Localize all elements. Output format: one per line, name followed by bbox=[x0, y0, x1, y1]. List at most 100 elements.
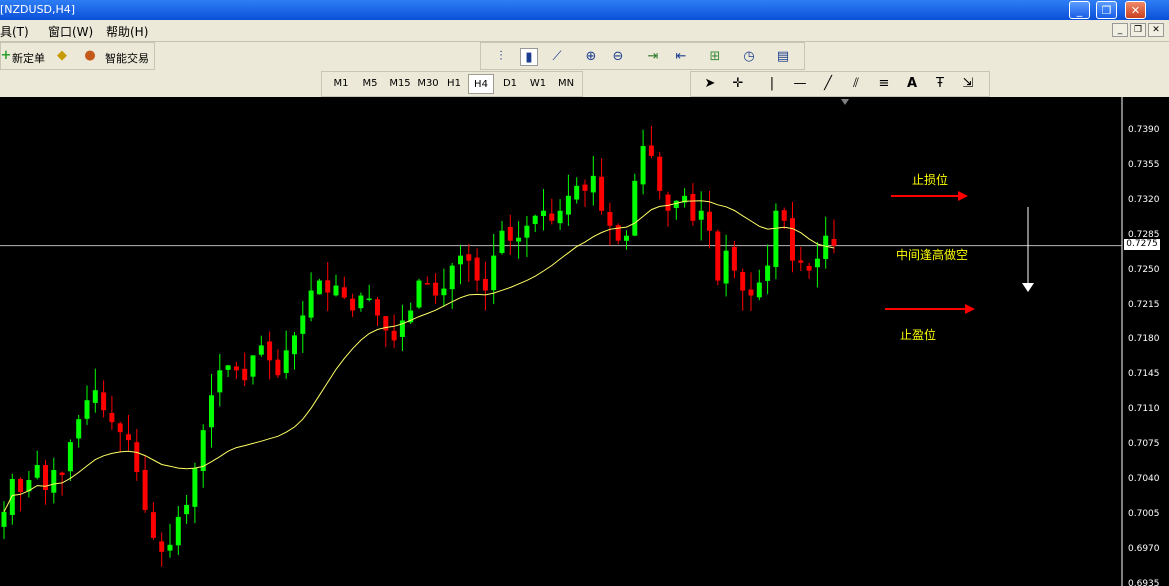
bull-candle bbox=[773, 210, 779, 267]
standard-toolbar: + 新定单 ◆ ● 智能交易 bbox=[0, 42, 155, 70]
zoom-out-icon[interactable]: ⊖ bbox=[609, 48, 627, 66]
price-chart[interactable]: 0.7390 0.7355 0.7320 0.7285 0.7250 0.7215 0.71… bbox=[0, 97, 1169, 586]
bear-candle bbox=[242, 368, 248, 381]
price-tick: 0.7040 bbox=[1128, 474, 1160, 484]
crosshair-icon[interactable]: ✛ bbox=[729, 75, 747, 93]
bull-candle bbox=[541, 210, 546, 217]
timeframe-mn[interactable]: MN bbox=[552, 74, 580, 94]
bear-candle bbox=[657, 156, 663, 191]
bull-candle bbox=[366, 298, 372, 301]
text-label-icon[interactable]: Ŧ bbox=[931, 75, 949, 93]
bull-candle bbox=[624, 235, 629, 241]
bear-candle bbox=[341, 287, 347, 298]
bull-candle bbox=[84, 400, 90, 419]
bull-candle bbox=[524, 225, 530, 238]
minimize-button[interactable]: _ bbox=[1069, 1, 1090, 19]
bear-candle bbox=[806, 265, 812, 271]
bull-candle bbox=[557, 210, 563, 224]
bear-candle bbox=[350, 298, 356, 311]
text-icon[interactable]: A bbox=[903, 75, 921, 93]
bull-candle bbox=[441, 288, 447, 296]
autoscroll-icon[interactable]: ⇤ bbox=[672, 48, 690, 66]
bear-candle bbox=[126, 434, 131, 441]
bear-candle bbox=[134, 442, 140, 473]
timeframe-w1[interactable]: W1 bbox=[525, 74, 551, 94]
equidistant-channel-icon[interactable]: ⫽ bbox=[847, 75, 865, 93]
price-tick: 0.7145 bbox=[1128, 369, 1160, 380]
menu-window[interactable]: 窗口(W) bbox=[48, 23, 93, 40]
horizontal-line-icon[interactable]: — bbox=[791, 75, 809, 93]
autotrade-button[interactable]: 智能交易 bbox=[105, 50, 149, 66]
bear-candle bbox=[715, 231, 721, 281]
bear-candle bbox=[748, 289, 754, 296]
templates-icon[interactable]: ▤ bbox=[774, 48, 792, 66]
candlestick-icon[interactable]: ▮ bbox=[520, 48, 538, 66]
close-button[interactable]: ✕ bbox=[1125, 1, 1146, 19]
chart-shift-icon[interactable]: ⇥ bbox=[644, 48, 662, 66]
restore-button[interactable]: ❐ bbox=[1096, 1, 1117, 19]
timeframe-m1[interactable]: M1 bbox=[328, 74, 354, 94]
bull-candle bbox=[9, 479, 15, 515]
trendline-icon[interactable]: ╱ bbox=[819, 75, 837, 93]
down-arrow-head bbox=[1022, 283, 1034, 292]
mdi-minimize-button[interactable]: _ bbox=[1112, 23, 1128, 37]
bull-candle bbox=[640, 145, 646, 185]
bear-candle bbox=[150, 512, 156, 538]
new-order-button[interactable]: 新定单 bbox=[12, 50, 45, 66]
chart-shift-marker bbox=[841, 99, 849, 105]
bull-candle bbox=[217, 370, 223, 393]
arrows-icon[interactable]: ⇲ bbox=[959, 75, 977, 93]
bar-chart-icon[interactable]: ⫶ bbox=[492, 48, 510, 66]
take-profit-label: 止盈位 bbox=[900, 328, 937, 342]
bull-candle bbox=[756, 282, 762, 298]
line-chart-icon[interactable]: ⟋ bbox=[548, 48, 566, 66]
menu-tools[interactable]: 具(T) bbox=[0, 23, 29, 40]
timeframe-m15[interactable]: M15 bbox=[386, 74, 414, 94]
indicators-icon[interactable]: ⊞ bbox=[706, 48, 724, 66]
price-tick: 0.6935 bbox=[1128, 578, 1160, 586]
bear-candle bbox=[482, 278, 488, 291]
bear-candle bbox=[233, 366, 239, 371]
price-tick: 0.7355 bbox=[1128, 159, 1160, 170]
bull-candle bbox=[333, 285, 339, 296]
bear-candle bbox=[599, 176, 605, 211]
timeframe-m5[interactable]: M5 bbox=[357, 74, 383, 94]
bear-candle bbox=[549, 213, 555, 221]
bull-candle bbox=[167, 544, 173, 551]
warning-icon[interactable]: ◆ bbox=[53, 47, 71, 65]
bull-candle bbox=[565, 195, 571, 215]
mdi-restore-button[interactable]: ❐ bbox=[1130, 23, 1146, 37]
bull-candle bbox=[34, 465, 40, 478]
vertical-line-icon[interactable]: | bbox=[763, 75, 781, 93]
timeframe-h4[interactable]: H4 bbox=[468, 74, 494, 94]
bear-candle bbox=[267, 341, 273, 361]
bear-candle bbox=[831, 239, 837, 246]
zoom-in-icon[interactable]: ⊕ bbox=[582, 48, 600, 66]
bull-candle bbox=[292, 335, 297, 355]
bull-candle bbox=[258, 345, 264, 355]
mdi-close-button[interactable]: ✕ bbox=[1148, 23, 1164, 37]
bear-candle bbox=[781, 210, 787, 221]
bull-candle bbox=[1, 511, 7, 527]
timeframe-m30[interactable]: M30 bbox=[414, 74, 442, 94]
bear-candle bbox=[507, 226, 513, 241]
menu-help[interactable]: 帮助(H) bbox=[106, 23, 148, 40]
bear-candle bbox=[466, 254, 472, 261]
bear-candle bbox=[474, 257, 480, 281]
bull-candle bbox=[449, 265, 455, 290]
bull-candle bbox=[250, 355, 256, 377]
bull-candle bbox=[308, 290, 314, 318]
price-tick: 0.6970 bbox=[1128, 543, 1160, 554]
timeframe-h1[interactable]: H1 bbox=[442, 74, 466, 94]
periods-icon[interactable]: ◷ bbox=[740, 48, 758, 66]
bull-candle bbox=[51, 470, 57, 493]
bear-candle bbox=[391, 330, 397, 341]
bull-candle bbox=[765, 265, 771, 281]
take-profit-arrow-head bbox=[965, 304, 975, 314]
bull-candle bbox=[574, 185, 580, 200]
window-title: [NZDUSD,H4] bbox=[0, 3, 76, 16]
fibonacci-icon[interactable]: ≡ bbox=[875, 75, 893, 93]
bear-candle bbox=[109, 412, 115, 423]
cursor-icon[interactable]: ➤ bbox=[701, 75, 719, 93]
timeframe-d1[interactable]: D1 bbox=[497, 74, 523, 94]
